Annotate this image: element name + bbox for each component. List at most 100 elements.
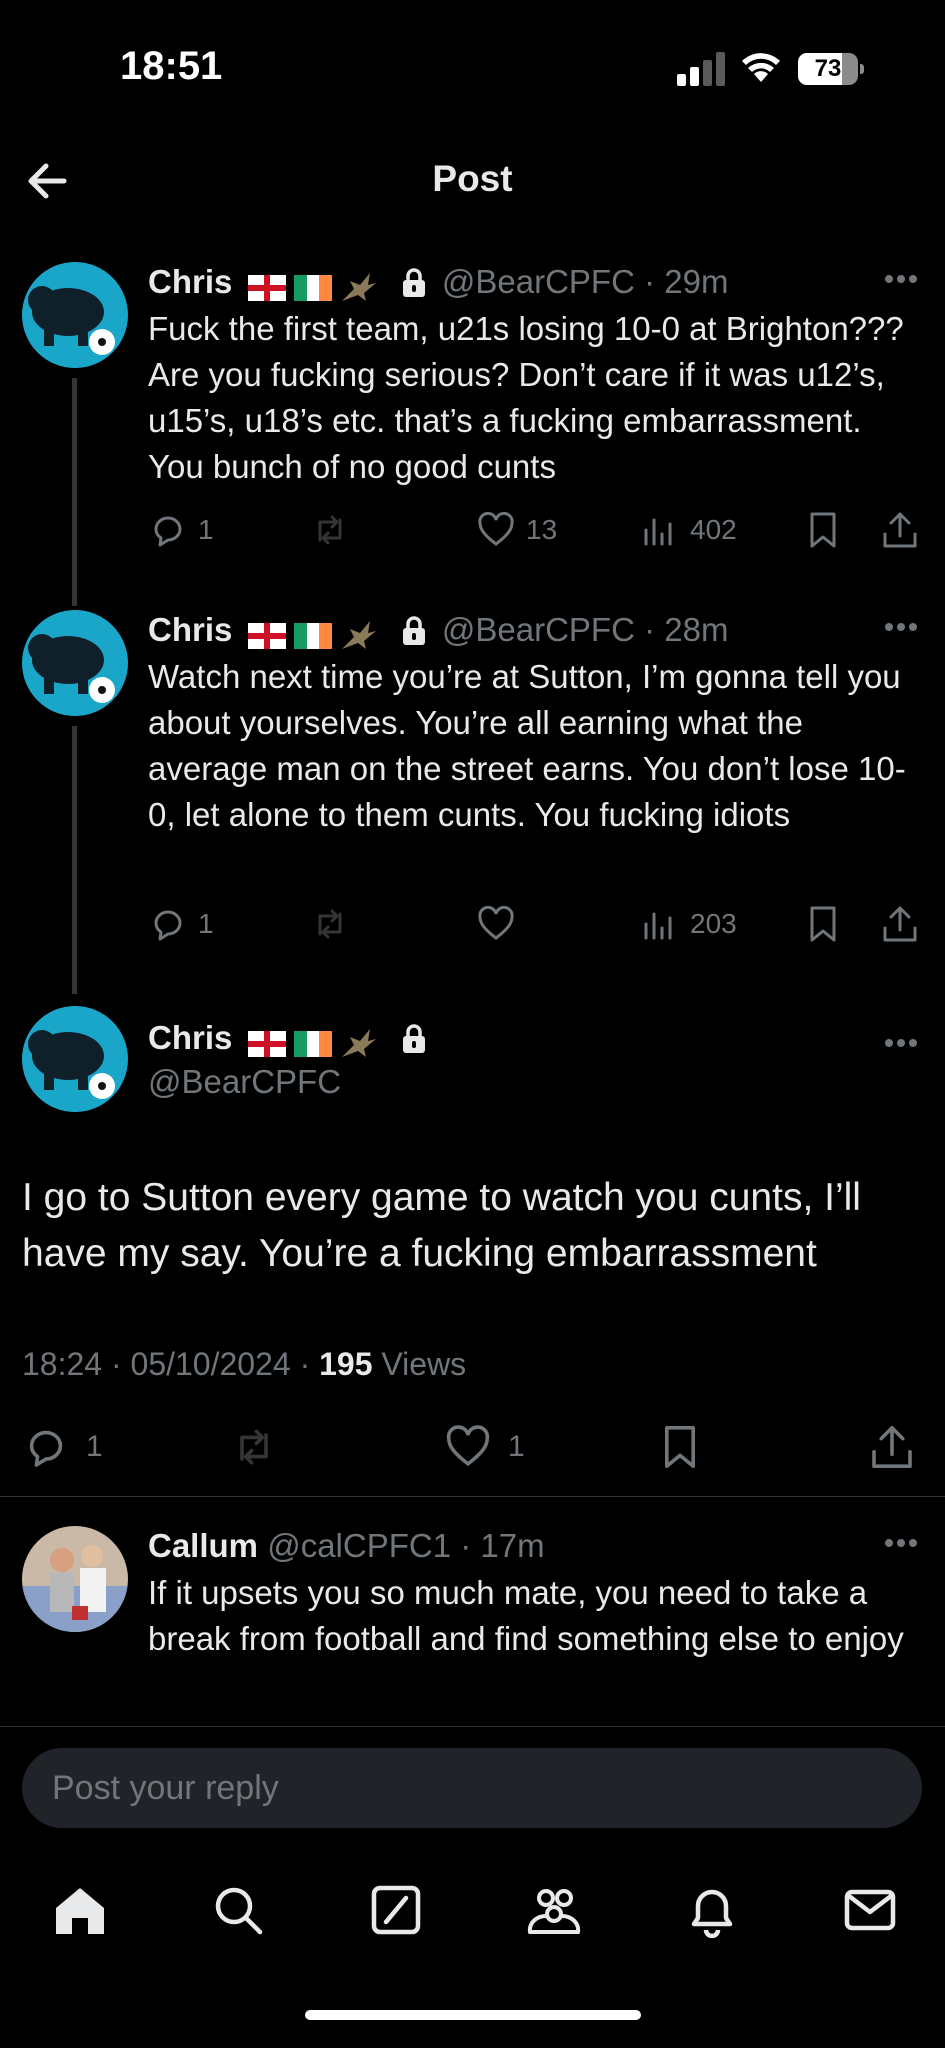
eagle-icon bbox=[341, 1029, 376, 1058]
views-button[interactable]: 203 bbox=[640, 902, 737, 946]
avatar[interactable] bbox=[22, 1526, 128, 1632]
main-post-text: I go to Sutton every game to watch you c… bbox=[22, 1176, 861, 1275]
nav-messages[interactable] bbox=[830, 1870, 910, 1950]
wifi-icon bbox=[742, 53, 780, 82]
nav-grok[interactable] bbox=[356, 1870, 436, 1950]
bookmark-button[interactable] bbox=[803, 508, 843, 552]
post-handle[interactable]: @BearCPFC bbox=[148, 1063, 341, 1100]
eagle-icon bbox=[341, 621, 376, 650]
heart-icon bbox=[478, 905, 514, 940]
post-text: If it upsets you so much mate, you need … bbox=[148, 1574, 904, 1657]
bookmark-button[interactable] bbox=[656, 1420, 704, 1474]
search-icon bbox=[215, 1887, 263, 1935]
post-handle-line: @BearCPFC bbox=[148, 1062, 341, 1102]
reply-button[interactable]: 1 bbox=[148, 508, 214, 552]
reply-icon bbox=[154, 516, 182, 547]
ireland-flag-icon bbox=[293, 275, 332, 302]
reply-composer[interactable] bbox=[22, 1748, 922, 1828]
reply-button[interactable]: 1 bbox=[22, 1420, 103, 1474]
nav-communities[interactable] bbox=[514, 1870, 594, 1950]
bottom-nav bbox=[0, 1870, 945, 1950]
post-time: 18:24 bbox=[22, 1346, 103, 1382]
grok-icon bbox=[371, 1885, 421, 1935]
repost-button[interactable] bbox=[230, 1420, 278, 1474]
views-button[interactable]: 402 bbox=[640, 508, 737, 552]
name-emojis bbox=[247, 614, 386, 654]
england-flag-icon bbox=[247, 275, 286, 302]
more-options-icon[interactable] bbox=[884, 622, 918, 632]
avatar[interactable] bbox=[22, 1006, 128, 1112]
like-button[interactable]: 13 bbox=[476, 508, 557, 552]
post-text: Watch next time you’re at Sutton, I’m go… bbox=[148, 658, 906, 833]
share-button[interactable] bbox=[868, 1420, 916, 1474]
post-header: Chris @BearCPFC · 28m bbox=[148, 610, 728, 654]
bookmark-icon bbox=[665, 1426, 695, 1468]
post-header: Callum @calCPFC1 · 17m bbox=[148, 1527, 545, 1564]
views-label[interactable]: Views bbox=[381, 1346, 466, 1382]
share-icon bbox=[883, 512, 917, 548]
share-button[interactable] bbox=[880, 508, 920, 552]
post-time: 29m bbox=[664, 263, 729, 300]
post-actions: 1 203 bbox=[0, 902, 945, 946]
repost-button[interactable] bbox=[310, 902, 350, 946]
england-flag-icon bbox=[247, 1031, 286, 1058]
reply-icon bbox=[29, 1430, 63, 1467]
post-header: Chris bbox=[148, 1018, 433, 1062]
repost-icon bbox=[318, 515, 342, 545]
repost-icon bbox=[240, 1429, 268, 1465]
nav-search[interactable] bbox=[198, 1870, 278, 1950]
battery-icon: 73 bbox=[798, 53, 864, 85]
bookmark-icon bbox=[810, 512, 836, 548]
divider bbox=[0, 1496, 945, 1497]
bookmark-button[interactable] bbox=[803, 902, 843, 946]
lock-icon bbox=[402, 616, 425, 645]
lock-icon bbox=[402, 1024, 425, 1053]
lock-icon bbox=[402, 268, 425, 297]
avatar[interactable] bbox=[22, 610, 128, 716]
post-text: Fuck the first team, u21s losing 10-0 at… bbox=[148, 310, 904, 485]
avatar[interactable] bbox=[22, 262, 128, 368]
share-icon bbox=[872, 1426, 912, 1468]
post-handle[interactable]: @BearCPFC bbox=[442, 611, 635, 648]
like-count: 13 bbox=[526, 514, 558, 545]
like-count: 1 bbox=[508, 1430, 525, 1463]
display-name[interactable]: Chris bbox=[148, 611, 232, 648]
nav-home[interactable] bbox=[40, 1870, 120, 1950]
status-time: 18:51 bbox=[120, 44, 223, 88]
main-post-actions: 1 1 bbox=[0, 1420, 945, 1474]
post-handle[interactable]: @calCPFC1 bbox=[267, 1527, 451, 1564]
more-options-icon[interactable] bbox=[884, 274, 918, 284]
post-time: 17m bbox=[480, 1527, 545, 1564]
post-handle[interactable]: @BearCPFC bbox=[442, 263, 635, 300]
share-icon bbox=[883, 906, 917, 942]
repost-button[interactable] bbox=[310, 508, 350, 552]
bookmark-icon bbox=[810, 906, 836, 942]
reply-count: 1 bbox=[198, 514, 214, 545]
home-icon bbox=[56, 1888, 104, 1934]
heart-icon bbox=[478, 511, 514, 546]
display-name[interactable]: Chris bbox=[148, 263, 232, 300]
more-options-icon[interactable] bbox=[884, 1038, 918, 1048]
page-title: Post bbox=[432, 158, 513, 199]
nav-notifications[interactable] bbox=[672, 1870, 752, 1950]
post-header: Chris @BearCPFC · 29m bbox=[148, 262, 728, 306]
name-emojis bbox=[247, 1022, 386, 1062]
display-name[interactable]: Callum bbox=[148, 1527, 258, 1564]
repost-icon bbox=[318, 909, 342, 939]
home-indicator[interactable] bbox=[305, 2010, 641, 2020]
views-icon bbox=[644, 912, 672, 940]
post-time: 28m bbox=[664, 611, 729, 648]
views-icon bbox=[644, 518, 672, 546]
reply-input[interactable] bbox=[22, 1748, 922, 1828]
display-name[interactable]: Chris bbox=[148, 1019, 232, 1056]
reply-count: 1 bbox=[198, 908, 214, 939]
battery-level: 73 bbox=[814, 55, 842, 82]
status-bar: 18:51 73 bbox=[0, 0, 945, 140]
more-options-icon[interactable] bbox=[884, 1538, 918, 1548]
like-button[interactable] bbox=[476, 902, 516, 946]
like-button[interactable]: 1 bbox=[444, 1420, 525, 1474]
notifications-icon bbox=[691, 1889, 733, 1938]
reply-button[interactable]: 1 bbox=[148, 902, 214, 946]
views-count: 203 bbox=[690, 908, 737, 939]
share-button[interactable] bbox=[880, 902, 920, 946]
